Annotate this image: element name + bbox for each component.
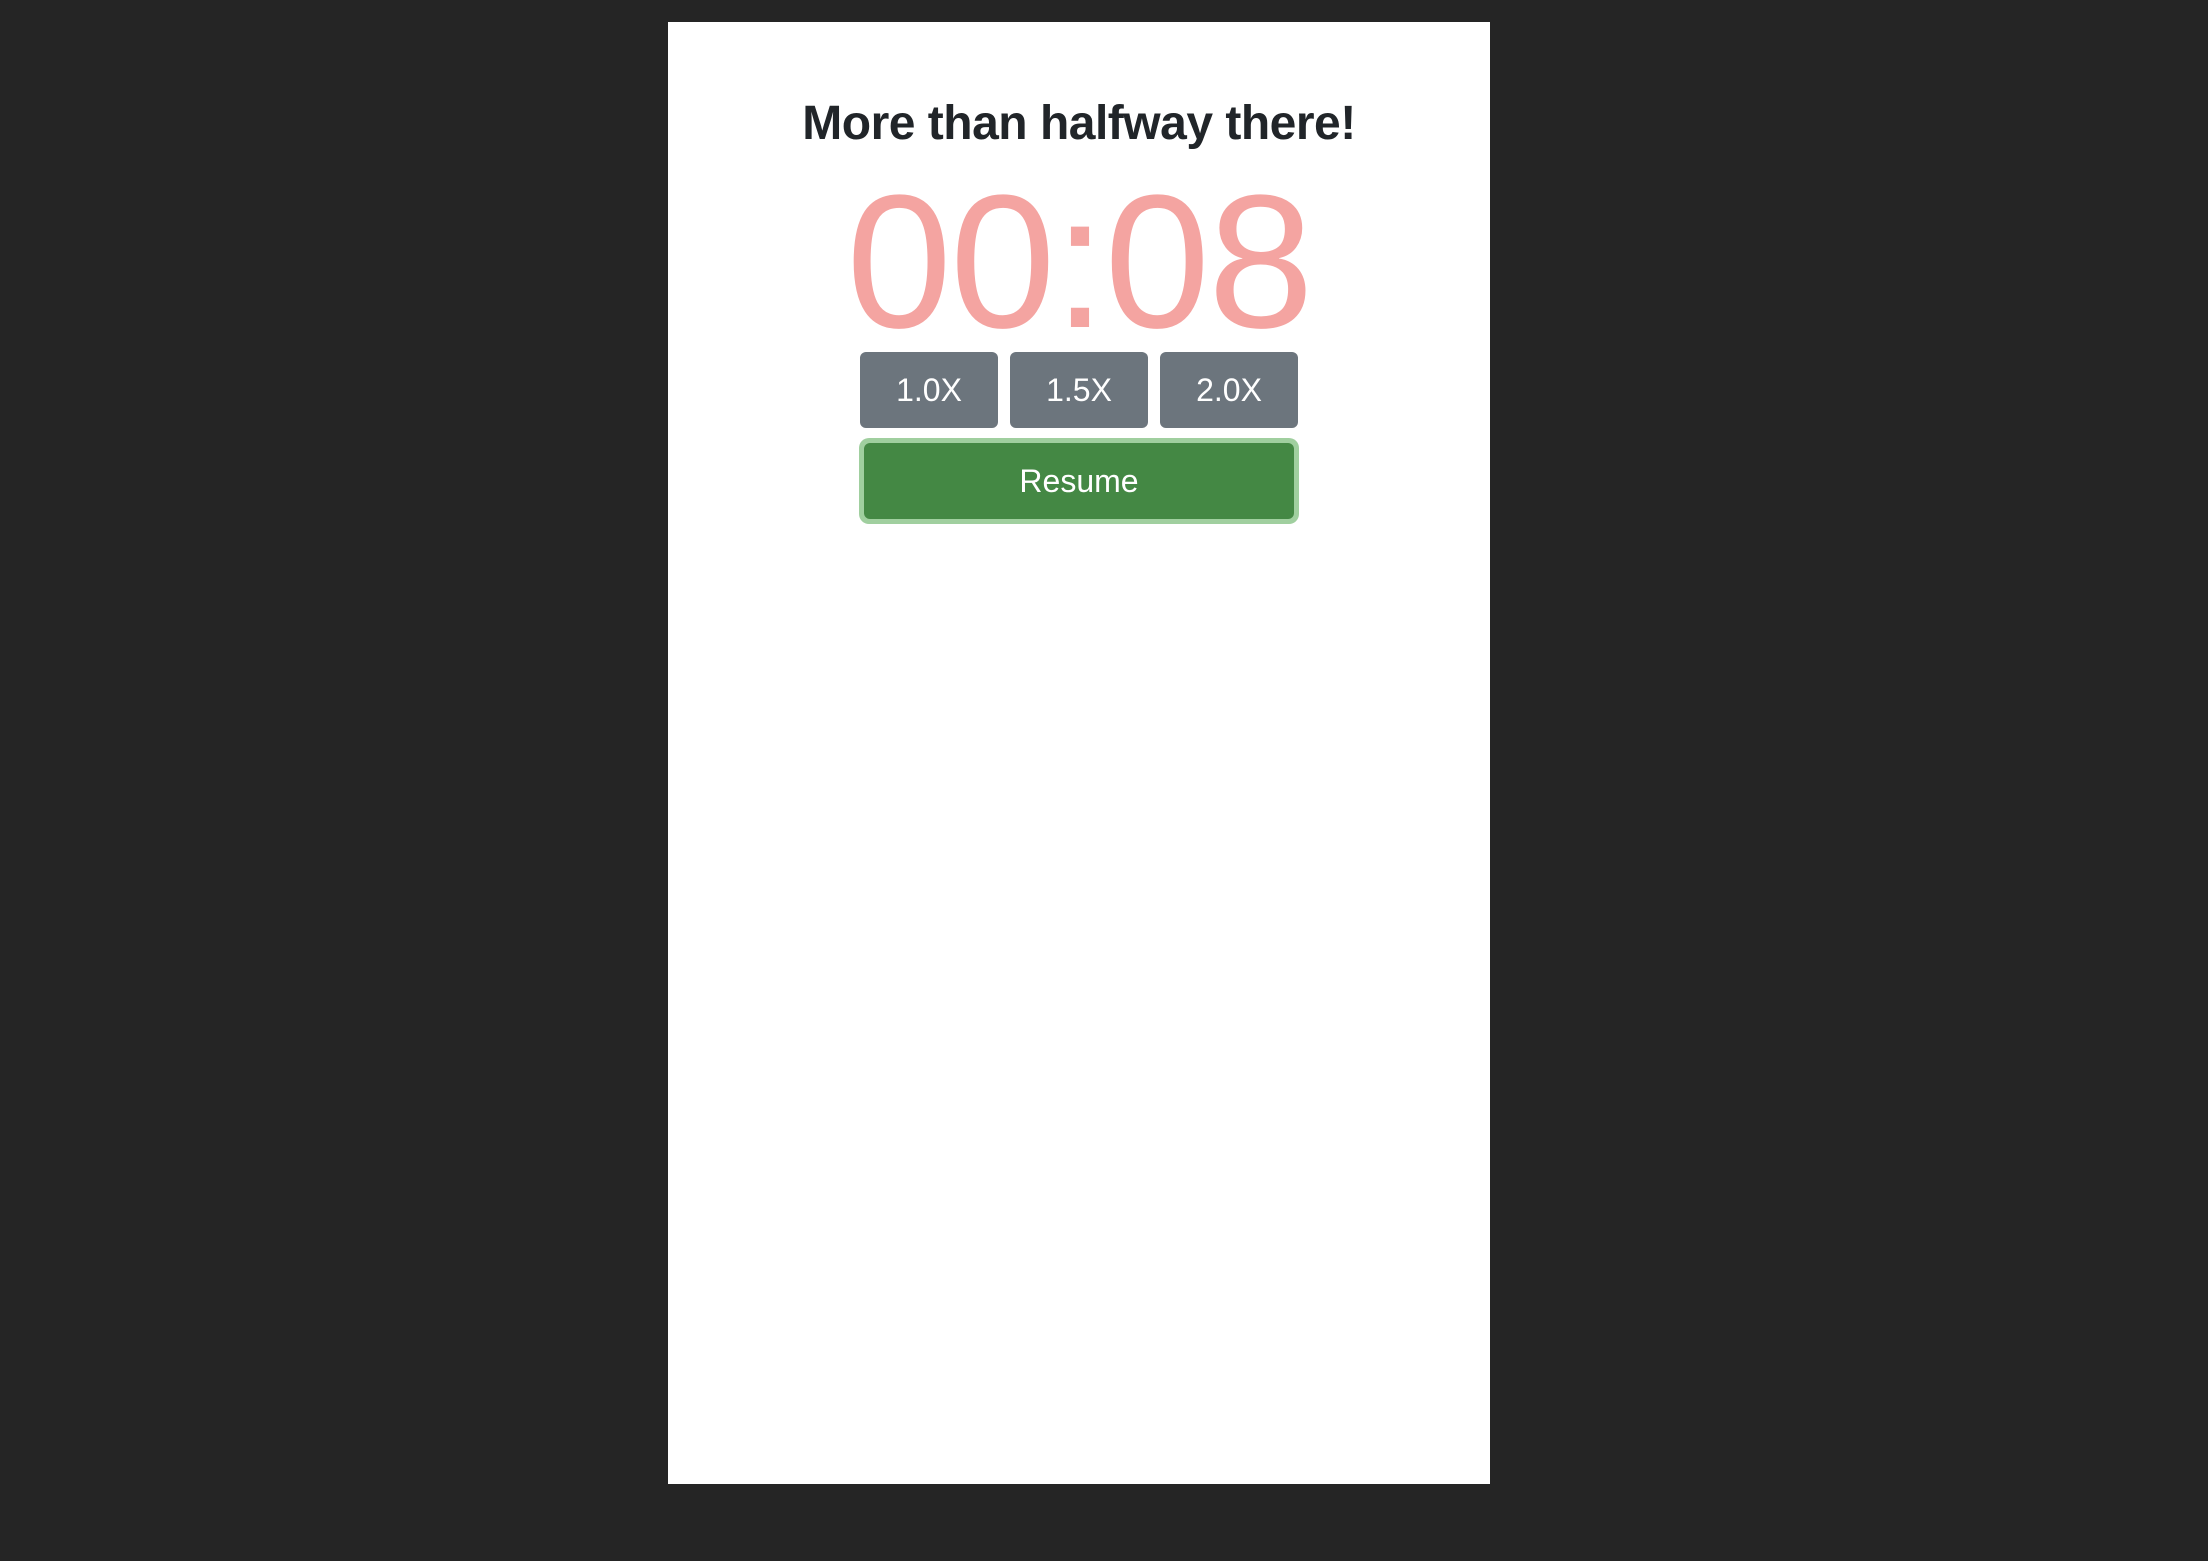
speed-2x-button[interactable]: 2.0X	[1160, 352, 1298, 428]
progress-message: More than halfway there!	[802, 97, 1356, 150]
countdown-timer: 00:08	[846, 156, 1313, 368]
speed-button-group: 1.0X 1.5X 2.0X	[860, 352, 1298, 428]
timer-card: More than halfway there! 00:08 1.0X 1.5X…	[668, 22, 1490, 1484]
speed-1x-button[interactable]: 1.0X	[860, 352, 998, 428]
speed-1-5x-button[interactable]: 1.5X	[1010, 352, 1148, 428]
resume-focus-ring: Resume	[859, 438, 1299, 524]
resume-button[interactable]: Resume	[864, 443, 1294, 519]
